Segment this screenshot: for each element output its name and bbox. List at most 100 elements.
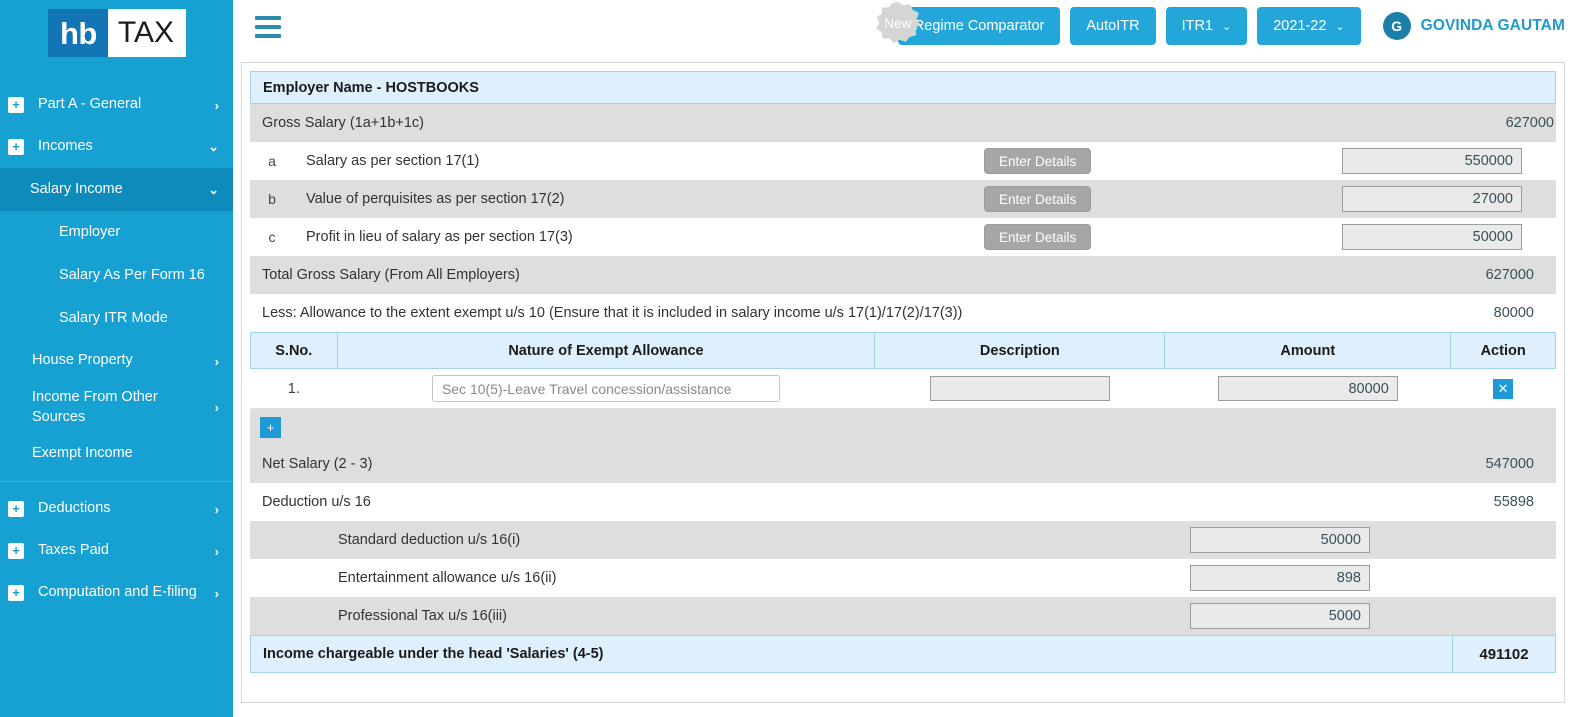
- gross-salary-value: 627000: [1505, 115, 1554, 131]
- sidebar: hb TAX + Part A - General › + Incomes ⌄ …: [0, 0, 233, 717]
- net-salary-label: Net Salary (2 - 3): [262, 456, 373, 472]
- standard-deduction-input[interactable]: [1190, 527, 1370, 553]
- chevron-right-icon: ›: [214, 501, 219, 517]
- assessment-year-dropdown[interactable]: 2021-22 ⌄: [1257, 7, 1361, 45]
- income-chargeable-label: Income chargeable under the head 'Salari…: [263, 646, 604, 662]
- app-logo[interactable]: hb TAX: [0, 0, 233, 66]
- plus-icon: +: [8, 501, 24, 518]
- employer-name-header: Employer Name - HOSTBOOKS: [250, 71, 1556, 104]
- professional-tax-input[interactable]: [1190, 603, 1370, 629]
- deduction-16-label: Deduction u/s 16: [262, 494, 371, 510]
- th-action: Action: [1450, 332, 1556, 369]
- sidebar-item-label: Salary Income: [30, 180, 123, 197]
- sidebar-item-computation-and-efiling[interactable]: + Computation and E-filing ›: [0, 572, 233, 614]
- enter-details-button[interactable]: Enter Details: [984, 224, 1092, 250]
- sidebar-item-label: Income From Other Sources: [32, 389, 158, 425]
- perquisites-17-2-input[interactable]: [1342, 186, 1522, 212]
- th-description: Description: [874, 332, 1166, 369]
- cell-description: [874, 368, 1165, 409]
- user-name-label: GOVINDA GAUTAM: [1420, 17, 1565, 34]
- sidebar-item-house-property[interactable]: House Property ›: [0, 340, 233, 382]
- plus-icon: +: [8, 97, 24, 113]
- logo-tax-text: TAX: [107, 9, 186, 57]
- net-salary-value: 547000: [1485, 456, 1534, 472]
- standard-deduction-row: Standard deduction u/s 16(i): [250, 521, 1556, 559]
- chevron-right-icon: ›: [214, 400, 219, 416]
- chevron-right-icon: ›: [214, 97, 219, 113]
- income-chargeable-row: Income chargeable under the head 'Salari…: [250, 635, 1556, 673]
- row-input-cell: [1314, 224, 1556, 250]
- add-row-button[interactable]: +: [260, 416, 281, 438]
- row-index: a: [268, 153, 276, 169]
- less-allowance-row: Less: Allowance to the extent exempt u/s…: [250, 294, 1556, 332]
- plus-icon: +: [8, 585, 24, 602]
- gross-salary-row: Gross Salary (1a+1b+1c) 627000: [250, 104, 1556, 142]
- salary-form-panel: Employer Name - HOSTBOOKS Gross Salary (…: [241, 62, 1565, 703]
- net-salary-row: Net Salary (2 - 3) 547000: [250, 445, 1556, 483]
- sidebar-item-employer[interactable]: Employer: [0, 211, 233, 254]
- cell-amount: [1164, 368, 1451, 409]
- hamburger-menu-icon[interactable]: [255, 16, 281, 38]
- sidebar-item-exempt-income[interactable]: Exempt Income: [0, 433, 233, 475]
- itr-form-dropdown[interactable]: ITR1 ⌄: [1165, 7, 1248, 45]
- entertainment-allowance-input[interactable]: [1190, 565, 1370, 591]
- regime-comparator-wrap: New Regime Comparator: [876, 2, 1061, 45]
- standard-deduction-label: Standard deduction u/s 16(i): [338, 532, 521, 548]
- sidebar-item-salary-as-per-form-16[interactable]: Salary As Per Form 16: [0, 254, 233, 297]
- chevron-right-icon: ›: [214, 353, 219, 369]
- sidebar-item-part-a-general[interactable]: + Part A - General ›: [0, 84, 233, 126]
- sidebar-item-label: Computation and E-filing: [38, 584, 197, 601]
- gross-salary-label: Gross Salary (1a+1b+1c): [262, 115, 424, 131]
- row-label: Salary as per section 17(1): [306, 153, 480, 169]
- user-menu[interactable]: G GOVINDA GAUTAM: [1382, 12, 1565, 40]
- itr-form-value: ITR1: [1181, 18, 1213, 34]
- delete-row-button[interactable]: ✕: [1493, 378, 1514, 399]
- enter-details-button[interactable]: Enter Details: [984, 186, 1092, 212]
- total-gross-salary-row: Total Gross Salary (From All Employers) …: [250, 256, 1556, 294]
- sidebar-item-label: Exempt Income: [32, 445, 133, 462]
- sidebar-divider: [0, 481, 233, 483]
- chevron-right-icon: ›: [214, 543, 219, 559]
- professional-tax-label: Professional Tax u/s 16(iii): [338, 608, 507, 624]
- th-sno: S.No.: [250, 332, 338, 369]
- row-index: b: [268, 191, 276, 207]
- sidebar-item-salary-income[interactable]: Salary Income ⌄: [0, 168, 233, 211]
- entertainment-allowance-label: Entertainment allowance u/s 16(ii): [338, 570, 557, 586]
- th-amount: Amount: [1164, 332, 1452, 369]
- sidebar-item-label: Deductions: [38, 500, 111, 517]
- less-allowance-value: 80000: [1493, 305, 1534, 321]
- description-input[interactable]: [929, 376, 1110, 401]
- chevron-down-icon: ⌄: [208, 181, 219, 197]
- sidebar-item-incomes[interactable]: + Incomes ⌄: [0, 126, 233, 168]
- professional-tax-row: Professional Tax u/s 16(iii): [250, 597, 1556, 635]
- perquisites-17-2-row: b Value of perquisites as per section 17…: [250, 180, 1556, 218]
- sidebar-item-taxes-paid[interactable]: + Taxes Paid ›: [0, 530, 233, 572]
- chevron-down-icon: ⌄: [208, 139, 219, 154]
- add-row-bar: +: [250, 409, 1556, 445]
- deduction-16-value: 55898: [1493, 494, 1534, 510]
- sidebar-item-label: Part A - General: [38, 96, 142, 113]
- sidebar-item-label: House Property: [32, 352, 133, 369]
- sidebar-item-label: Salary As Per Form 16: [59, 266, 205, 283]
- salary-17-1-input[interactable]: [1342, 148, 1522, 174]
- regime-comparator-button[interactable]: Regime Comparator: [897, 7, 1061, 45]
- profit-in-lieu-17-3-input[interactable]: [1342, 224, 1522, 250]
- chevron-down-icon: ⌄: [1335, 20, 1345, 33]
- enter-details-button[interactable]: Enter Details: [984, 148, 1092, 174]
- row-action-cell: Enter Details: [984, 224, 1314, 250]
- amount-input[interactable]: [1217, 376, 1398, 401]
- profit-in-lieu-17-3-row: c Profit in lieu of salary as per sectio…: [250, 218, 1556, 256]
- nature-of-exempt-allowance-select[interactable]: [431, 375, 780, 402]
- row-input-cell: [1314, 148, 1556, 174]
- less-allowance-label: Less: Allowance to the extent exempt u/s…: [262, 305, 963, 321]
- row-index: c: [268, 229, 276, 245]
- exempt-allowance-table: S.No. Nature of Exempt Allowance Descrip…: [250, 332, 1556, 409]
- sidebar-item-income-from-other-sources[interactable]: Income From Other Sources ›: [0, 382, 233, 433]
- content-area: Employer Name - HOSTBOOKS Gross Salary (…: [233, 52, 1577, 717]
- sidebar-item-label: Taxes Paid: [38, 542, 109, 559]
- auto-itr-button[interactable]: AutoITR: [1070, 7, 1156, 45]
- row-input-cell: [1162, 603, 1404, 629]
- row-input-cell: [1162, 565, 1404, 591]
- sidebar-item-salary-itr-mode[interactable]: Salary ITR Mode: [0, 297, 233, 340]
- sidebar-item-deductions[interactable]: + Deductions ›: [0, 488, 233, 530]
